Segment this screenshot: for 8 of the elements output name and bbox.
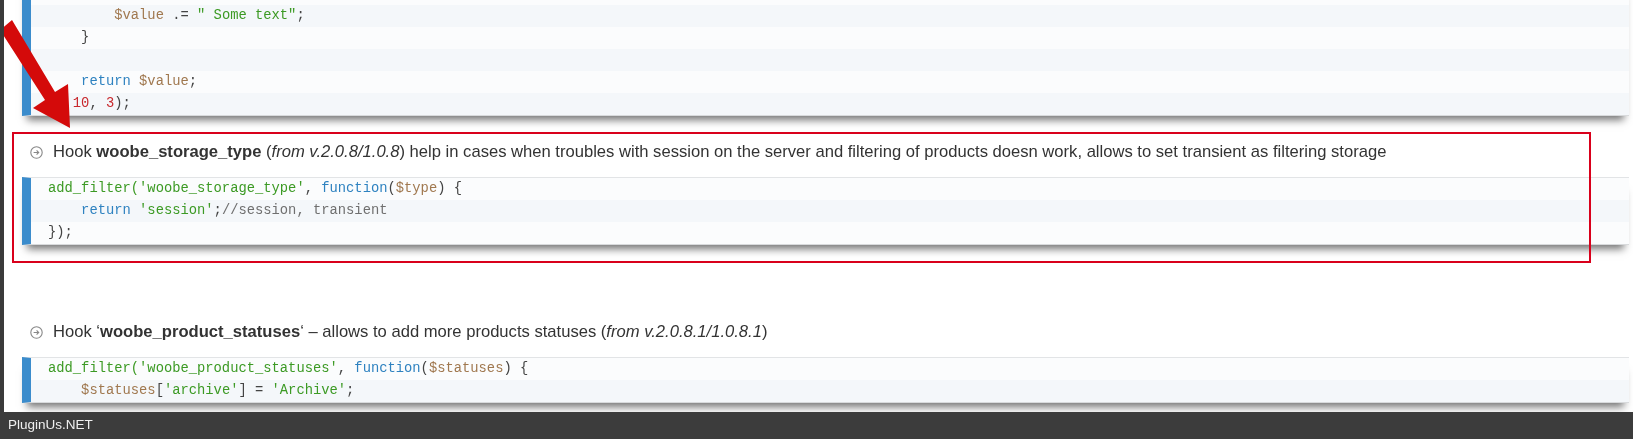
code-line: add_filter('woobe_storage_type', function($type) { bbox=[47, 180, 463, 198]
code-line: }); bbox=[47, 224, 74, 242]
code-line: add_filter('woobe_product_statuses', function($statuses) { bbox=[47, 360, 530, 378]
hook-description: Hook woobe_storage_type (from v.2.0.8/1.0.8) help in cases when troubles with session on the server and filtering of products doesn work, allows to set transient as filtering storage bbox=[53, 140, 1387, 163]
footer-brand: PluginUs.NET bbox=[8, 416, 93, 435]
code-line: return $value; bbox=[80, 73, 199, 91]
hook-description: Hook ‘woobe_product_statuses‘ – allows to add more products statuses (from v.2.0.8.1/1.0.8.1) bbox=[53, 320, 768, 343]
code-line: } bbox=[80, 29, 91, 47]
